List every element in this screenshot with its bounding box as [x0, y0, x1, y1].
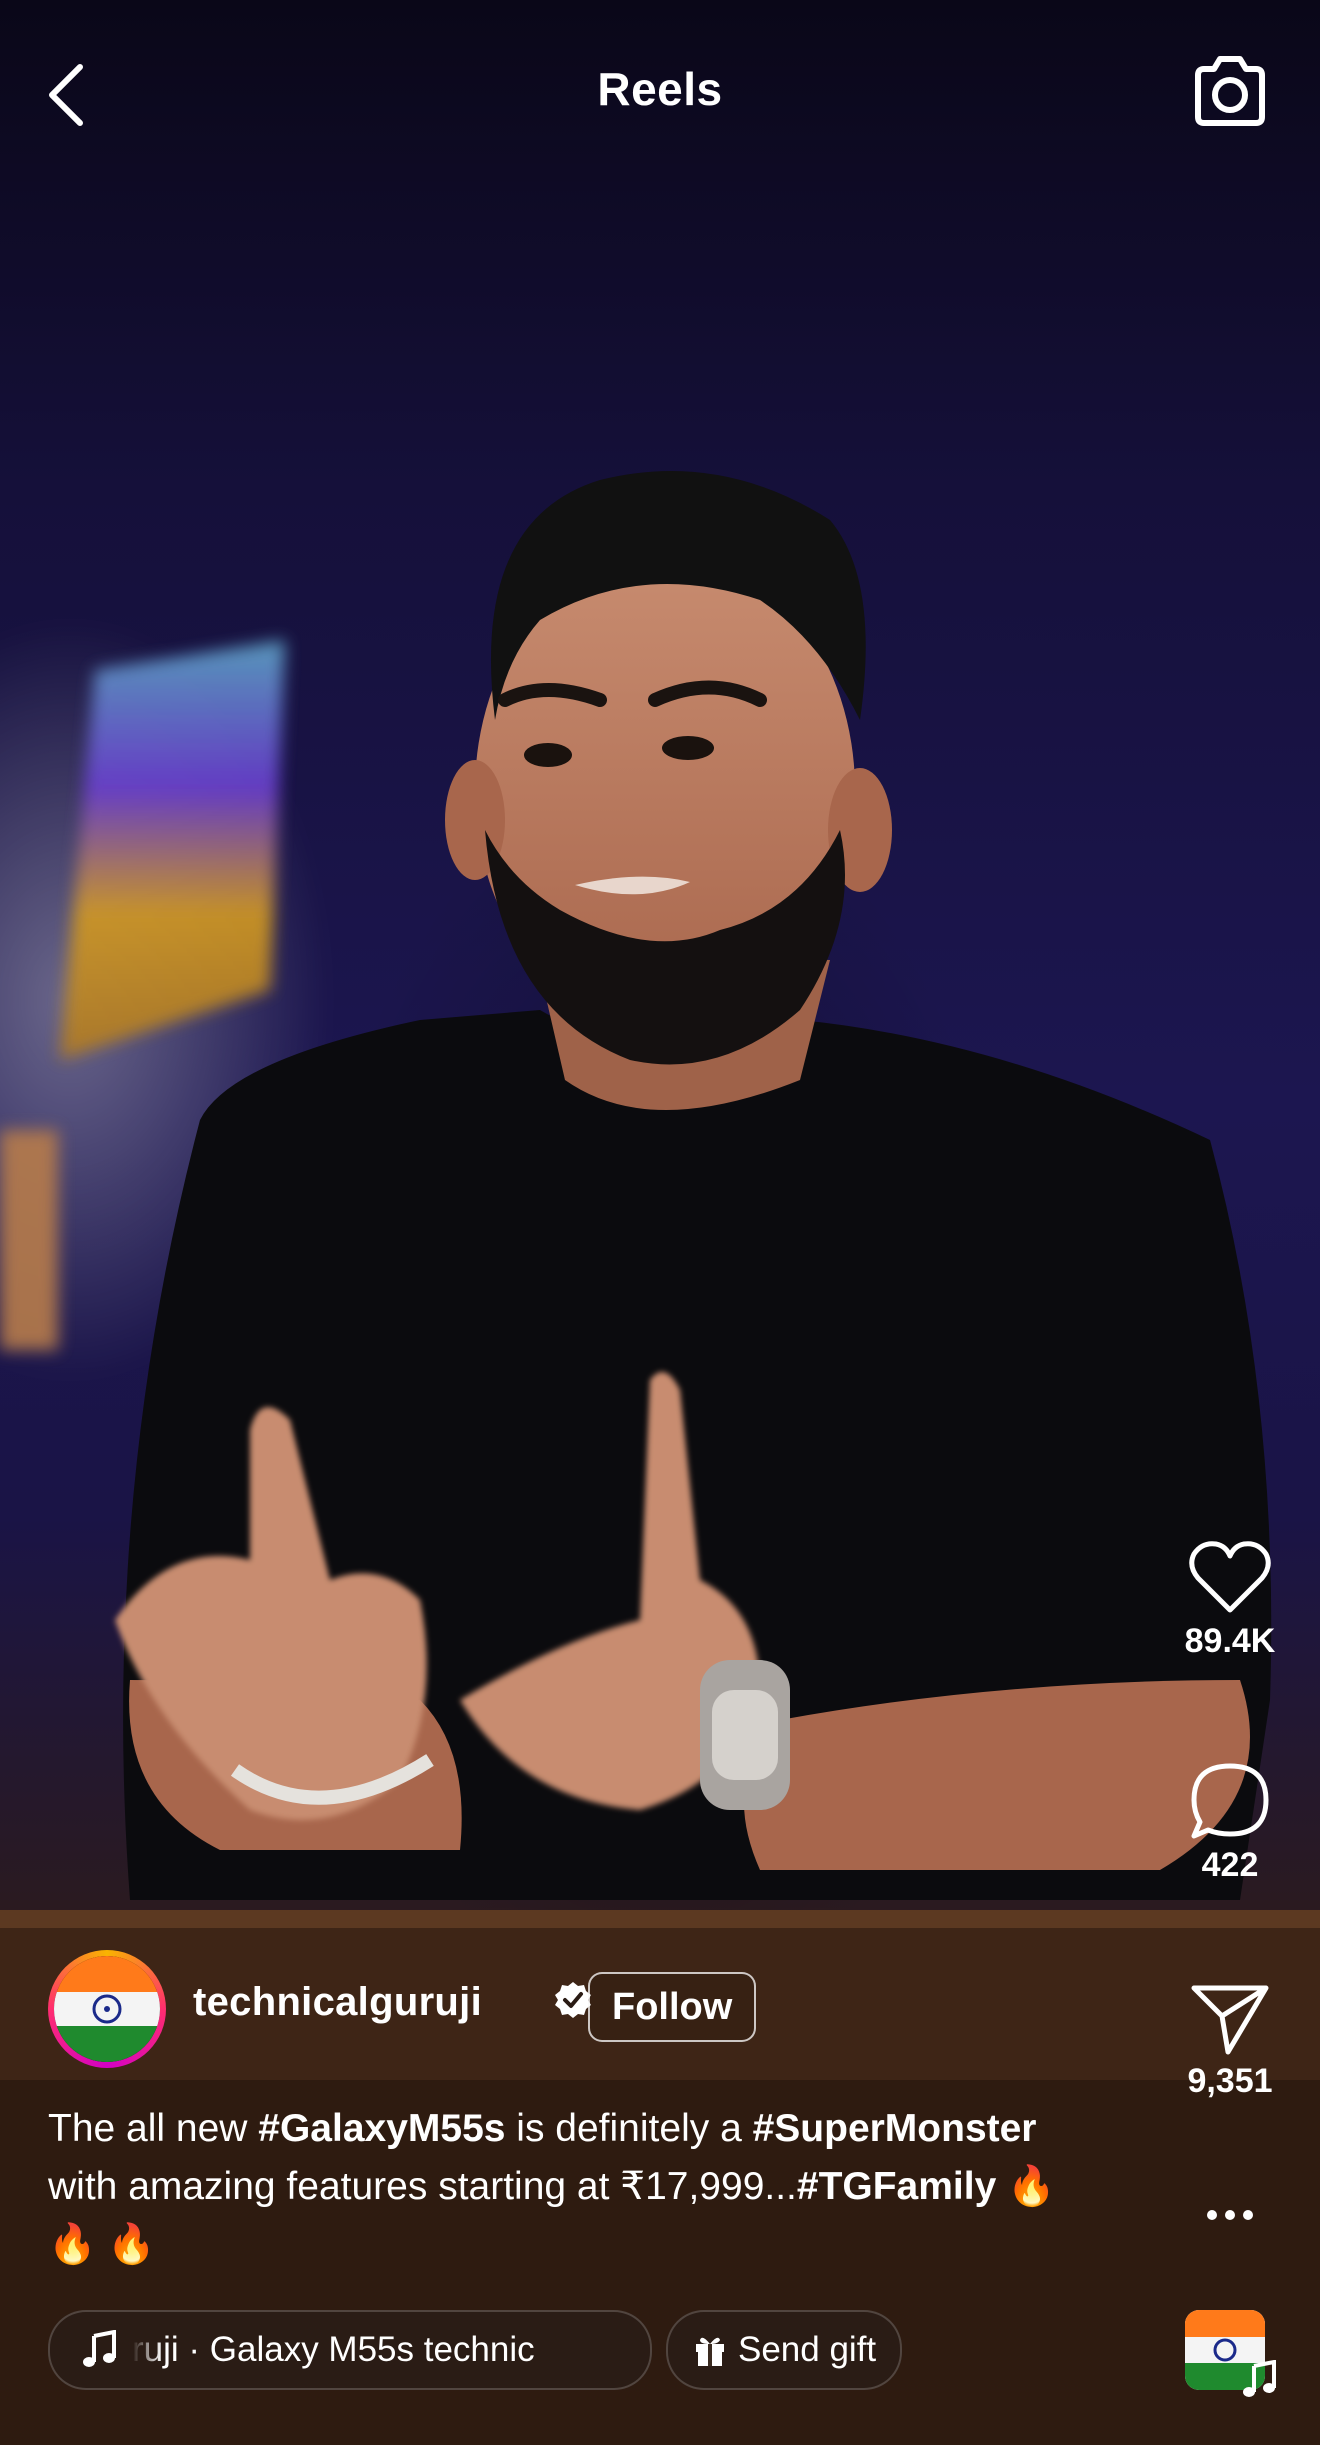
comment-bubble-icon: [1191, 1763, 1269, 1839]
comment-count: 422: [1201, 1846, 1259, 1884]
paper-plane-icon: [1191, 1985, 1269, 2055]
hashtag-link[interactable]: #SuperMonster: [753, 2107, 1037, 2150]
top-bar: Reels: [0, 0, 1320, 190]
audio-track-chip[interactable]: ruji · Galaxy M55s technic: [48, 2310, 652, 2390]
hashtag-link[interactable]: #GalaxyM55s: [258, 2107, 505, 2150]
send-gift-button[interactable]: Send gift: [666, 2310, 903, 2390]
comment-button[interactable]: 422: [1160, 1760, 1300, 1885]
follow-button[interactable]: Follow: [588, 1972, 757, 2042]
camera-icon: [1195, 56, 1265, 126]
avatar-image: [54, 1956, 160, 2062]
share-count: 9,351: [1187, 2062, 1273, 2100]
author-row: technicalguruji Follow: [48, 1950, 1148, 2070]
caption-text: with amazing features starting at ₹17,99…: [48, 2165, 797, 2208]
caption-text: is definitely a: [505, 2107, 753, 2150]
heart-icon: [1189, 1541, 1271, 1613]
verified-badge-icon: [555, 1982, 591, 2018]
username-link[interactable]: technicalguruji: [193, 1980, 482, 2025]
music-note-icon: [83, 2330, 116, 2367]
music-note-icon: [1243, 2360, 1276, 2397]
hashtag-link[interactable]: #TGFamily: [797, 2165, 996, 2208]
like-count: 89.4K: [1184, 1622, 1276, 1660]
video-scene: [0, 471, 1320, 2445]
share-button[interactable]: 9,351: [1160, 1980, 1300, 2101]
gift-icon: [696, 2337, 724, 2366]
more-button[interactable]: [1160, 2200, 1300, 2230]
send-gift-label: Send gift: [738, 2330, 877, 2369]
caption-text: The all new: [48, 2107, 259, 2150]
more-horizontal-icon: [1207, 2210, 1253, 2220]
camera-button[interactable]: [1190, 55, 1270, 130]
audio-track-label: ruji · Galaxy M55s technic: [132, 2330, 535, 2369]
page-title: Reels: [597, 63, 723, 115]
like-button[interactable]: 89.4K: [1160, 1540, 1300, 1661]
india-flag-avatar-icon: [54, 1956, 160, 2062]
post-caption[interactable]: The all new #GalaxyM55s is definitely a …: [48, 2100, 1068, 2274]
avatar[interactable]: [48, 1950, 166, 2068]
reel-video[interactable]: [0, 0, 1320, 2445]
